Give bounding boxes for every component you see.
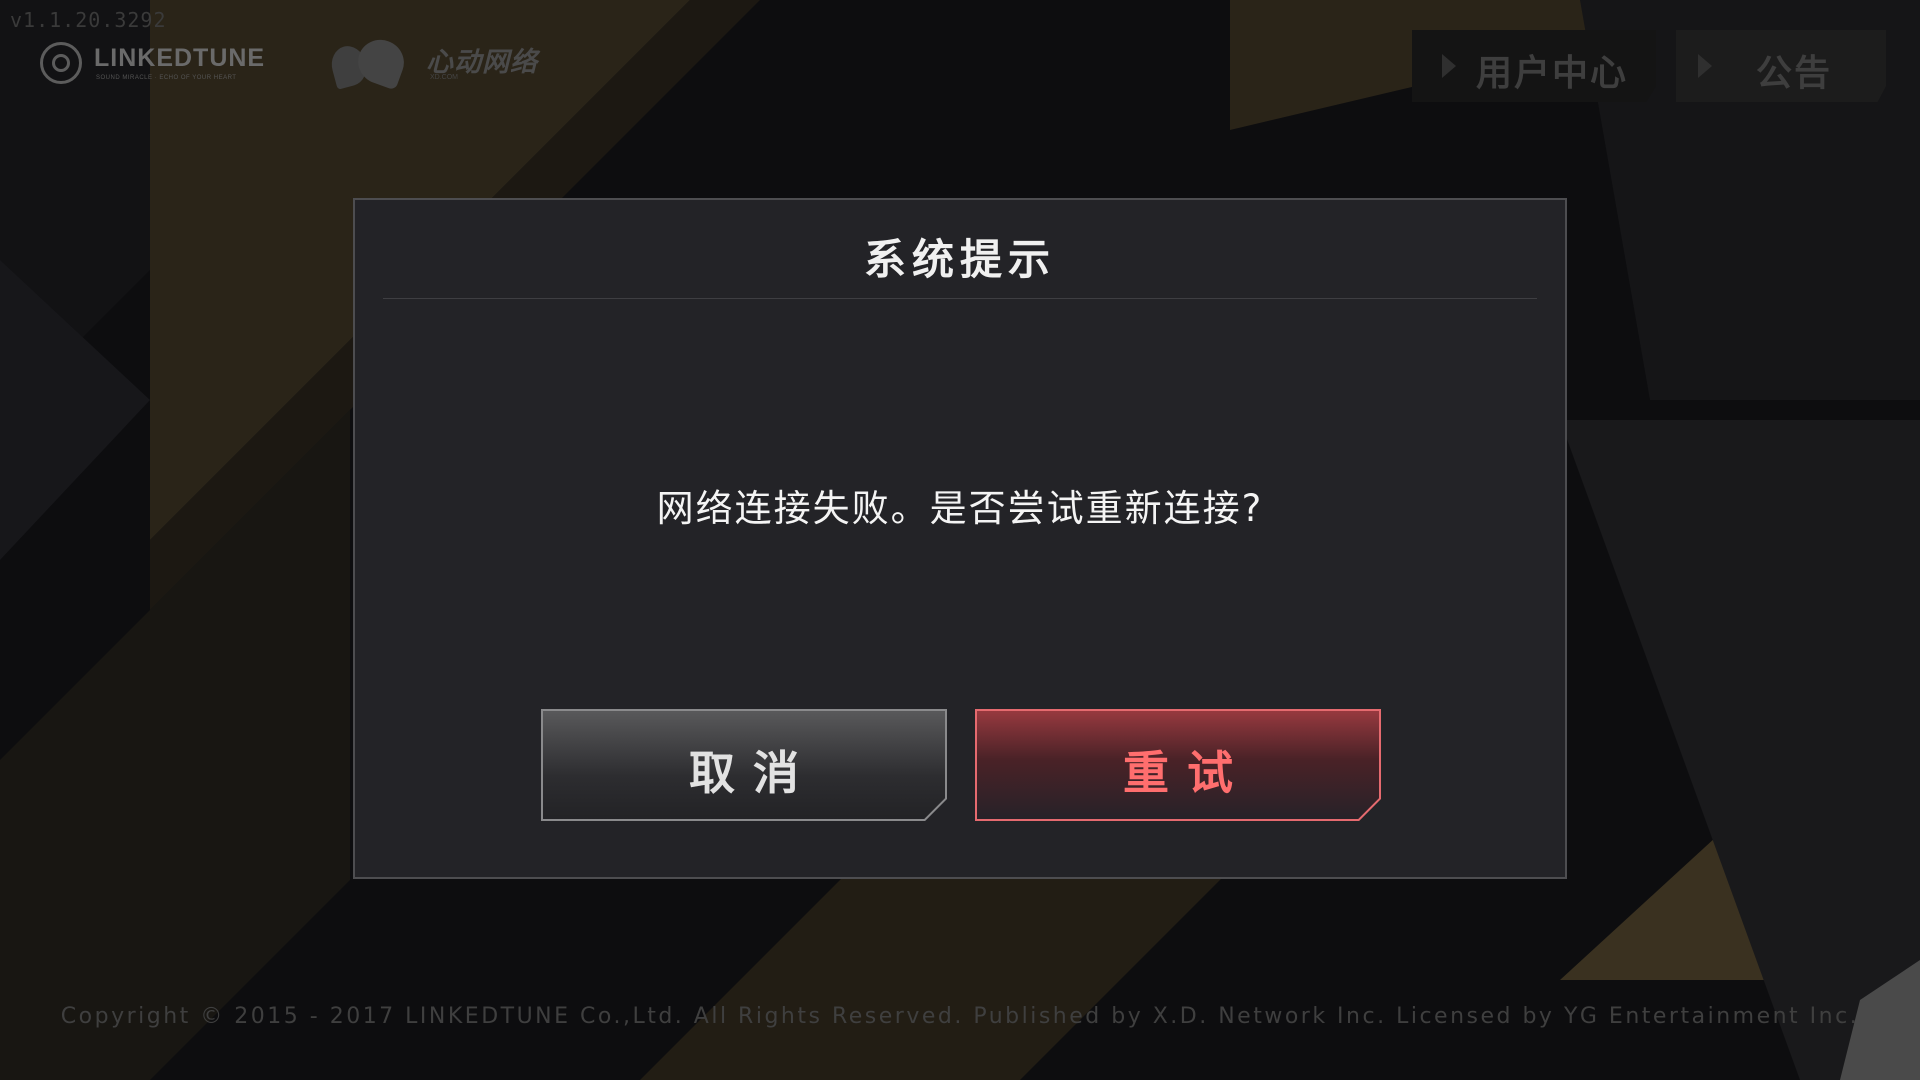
xd-leaf-icon	[351, 33, 411, 91]
play-arrow-icon	[1442, 54, 1456, 78]
cancel-button-label: 取消	[689, 746, 817, 800]
user-center-label: 用户中心	[1476, 53, 1629, 94]
linkedtune-logo: LINKEDTUNE SOUND MIRACLE · ECHO OF YOUR …	[40, 40, 280, 92]
system-prompt-dialog: 系统提示 网络连接失败。是否尝试重新连接? 取消 重试	[353, 198, 1567, 879]
version-label: v1.1.20.3292	[10, 8, 167, 32]
copyright-text: Copyright © 2015 - 2017 LINKEDTUNE Co.,L…	[60, 1004, 1860, 1029]
linkedtune-emblem-icon	[40, 42, 82, 84]
play-arrow-icon	[1698, 54, 1712, 78]
dialog-title: 系统提示	[863, 235, 1056, 284]
retry-button[interactable]: 重试	[975, 709, 1381, 821]
linkedtune-wordmark: LINKEDTUNE	[94, 44, 266, 72]
user-center-button[interactable]: 用户中心	[1412, 30, 1656, 102]
cancel-button[interactable]: 取消	[541, 709, 947, 821]
notice-button[interactable]: 公告	[1676, 30, 1886, 102]
dialog-divider	[383, 298, 1537, 299]
linkedtune-tagline: SOUND MIRACLE · ECHO OF YOUR HEART	[96, 75, 237, 81]
retry-button-label: 重试	[1123, 746, 1251, 800]
notice-label: 公告	[1756, 53, 1833, 94]
xd-logo-subtext: XD.COM	[430, 74, 458, 81]
xd-network-logo: 心动网络 XD.COM	[327, 33, 542, 91]
dialog-message: 网络连接失败。是否尝试重新连接?	[656, 487, 1264, 530]
